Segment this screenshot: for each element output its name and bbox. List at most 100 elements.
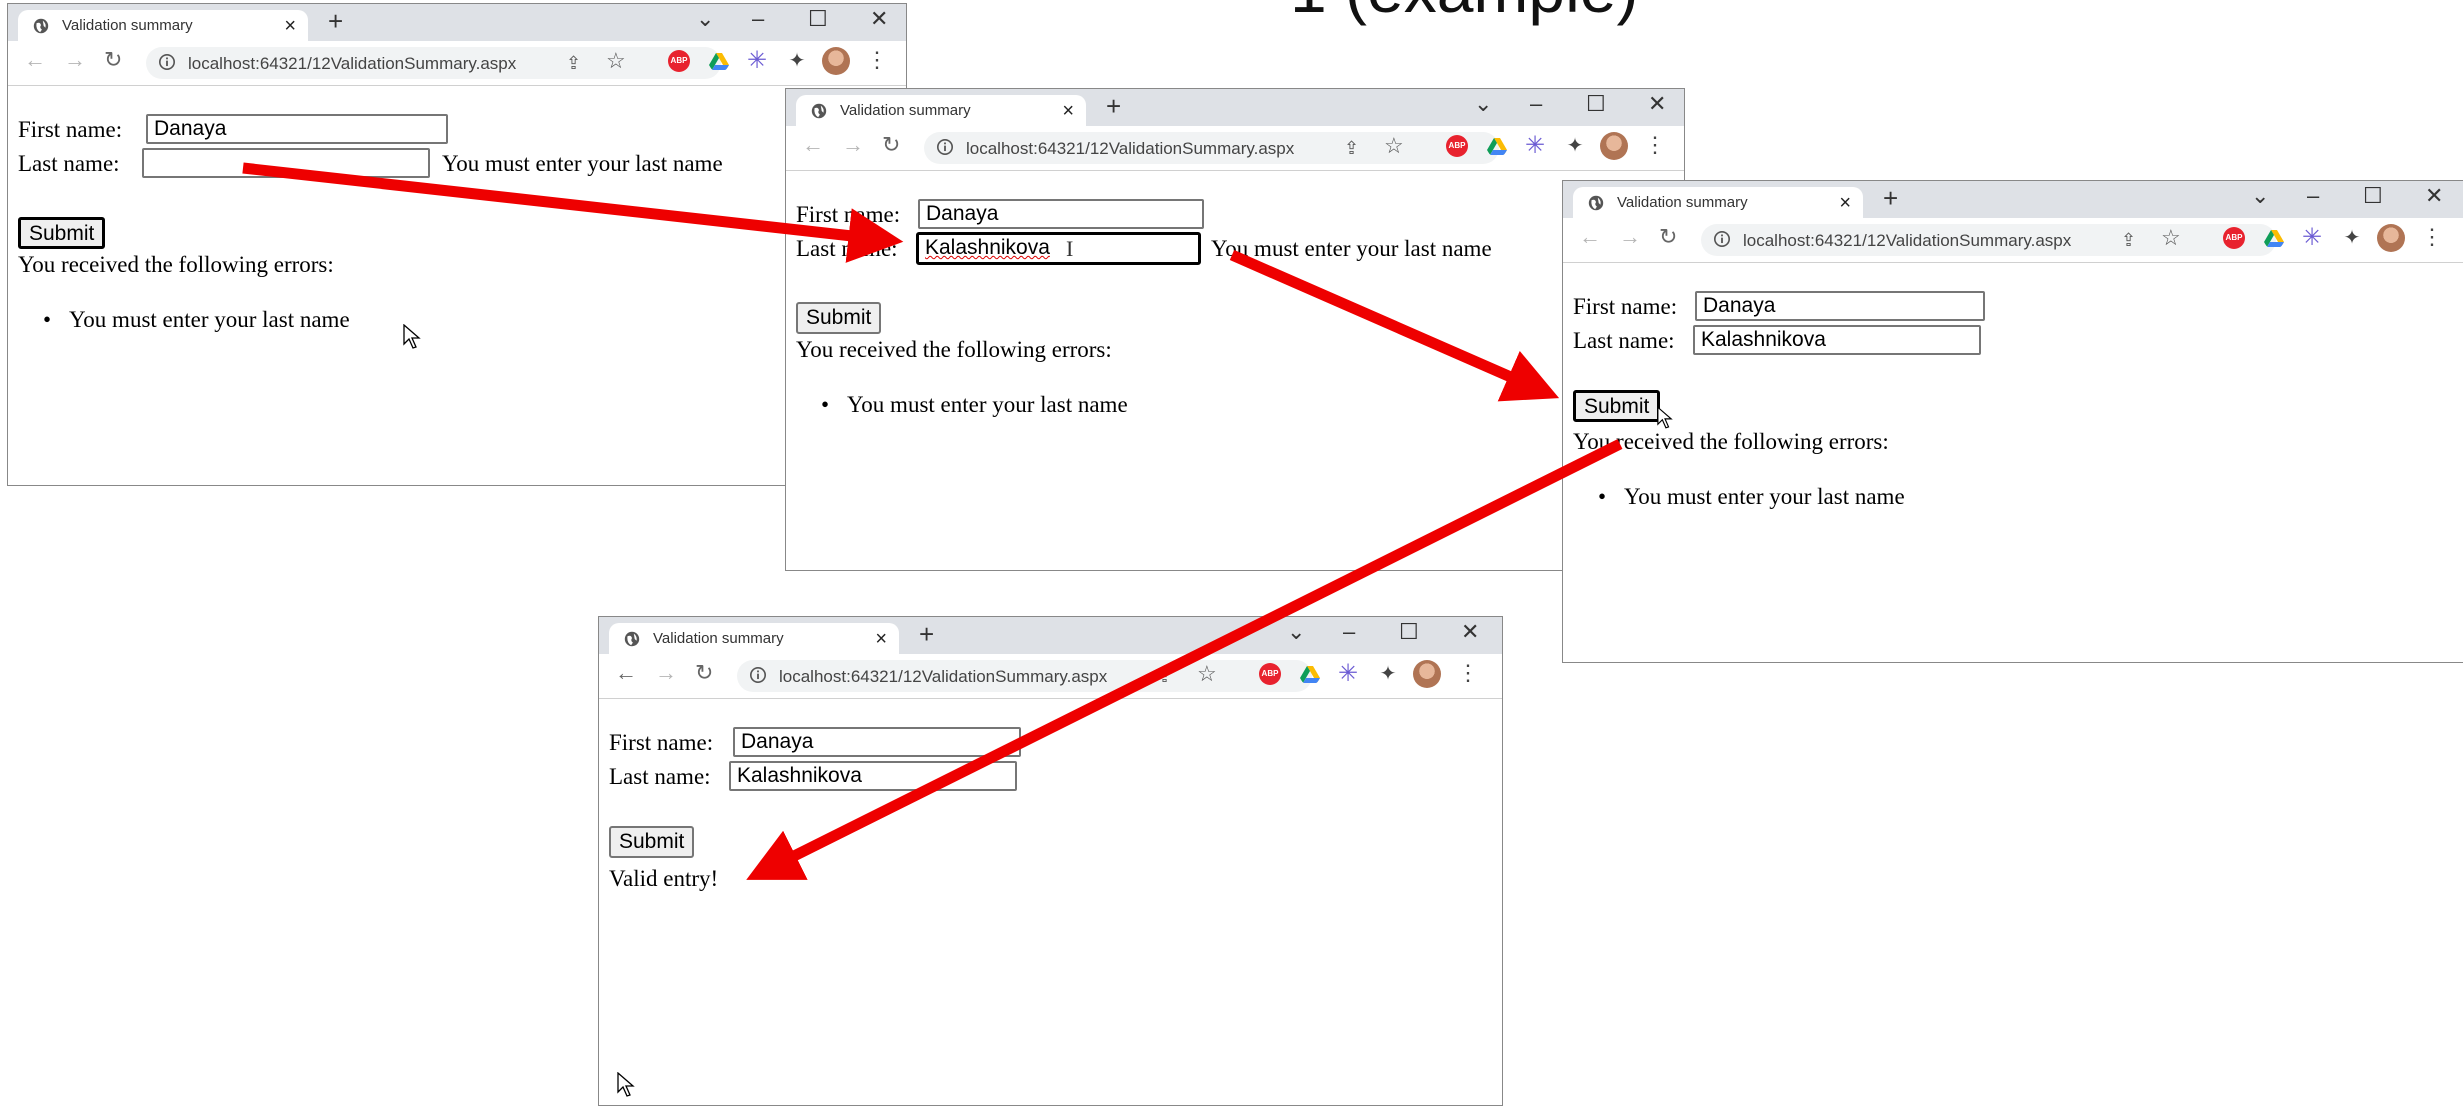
adblock-extension-icon[interactable]: ABP (668, 50, 690, 72)
forward-icon[interactable]: → (64, 49, 86, 71)
profile-avatar[interactable] (1600, 132, 1628, 160)
bookmark-star-icon[interactable]: ☆ (1384, 135, 1404, 157)
browser-tab[interactable]: Validation summary × (1573, 187, 1863, 218)
share-icon[interactable]: ⇪ (566, 53, 581, 74)
share-icon[interactable]: ⇪ (1157, 666, 1172, 687)
validation-summary-item: You must enter your last name (43, 307, 350, 333)
last-name-input[interactable]: Kalashnikova (1693, 325, 1981, 355)
last-name-input[interactable] (142, 148, 430, 178)
address-bar[interactable]: localhost:64321/12ValidationSummary.aspx… (737, 660, 1312, 692)
tab-search-icon[interactable]: ⌄ (2251, 185, 2269, 207)
tab-close-icon[interactable]: × (1062, 101, 1074, 121)
tab-close-icon[interactable]: × (875, 629, 887, 649)
bookmark-star-icon[interactable]: ☆ (2161, 227, 2181, 249)
extensions-puzzle-icon[interactable]: ✦ (786, 50, 808, 72)
submit-button[interactable]: Submit (1573, 390, 1661, 422)
menu-kebab-icon[interactable]: ⋮ (866, 49, 888, 71)
maximize-icon[interactable]: ☐ (1586, 93, 1606, 115)
site-info-icon[interactable] (158, 53, 176, 71)
submit-button[interactable]: Submit (796, 302, 882, 334)
window-close-icon[interactable]: ✕ (2425, 185, 2443, 207)
menu-kebab-icon[interactable]: ⋮ (1457, 662, 1479, 684)
minimize-icon[interactable]: – (2307, 185, 2319, 207)
extensions-puzzle-icon[interactable]: ✦ (2341, 227, 2363, 249)
address-bar[interactable]: localhost:64321/12ValidationSummary.aspx… (1701, 224, 2276, 256)
globe-icon (624, 631, 640, 647)
menu-kebab-icon[interactable]: ⋮ (2421, 226, 2443, 248)
minimize-icon[interactable]: – (1343, 621, 1355, 643)
menu-kebab-icon[interactable]: ⋮ (1644, 134, 1666, 156)
window-close-icon[interactable]: ✕ (870, 8, 888, 30)
back-icon[interactable]: ← (1579, 226, 1601, 248)
last-name-input[interactable]: Kalashnikova (729, 761, 1017, 791)
tab-close-icon[interactable]: × (1839, 193, 1851, 213)
adblock-extension-icon[interactable]: ABP (1446, 135, 1468, 157)
forward-icon[interactable]: → (842, 134, 864, 156)
profile-avatar[interactable] (1413, 660, 1441, 688)
share-icon[interactable]: ⇪ (2121, 230, 2136, 251)
google-drive-icon[interactable] (2263, 227, 2285, 249)
back-icon[interactable]: ← (24, 49, 46, 71)
window-close-icon[interactable]: ✕ (1461, 621, 1479, 643)
share-icon[interactable]: ⇪ (1344, 138, 1359, 159)
submit-button[interactable]: Submit (18, 217, 106, 249)
snowflake-extension-icon[interactable]: ✳ (2301, 226, 2323, 250)
first-name-input[interactable]: Danaya (733, 727, 1021, 757)
minimize-icon[interactable]: – (752, 8, 764, 30)
first-name-input[interactable]: Danaya (146, 114, 448, 144)
new-tab-button[interactable]: + (919, 621, 934, 647)
maximize-icon[interactable]: ☐ (1399, 621, 1419, 643)
reload-icon[interactable]: ↻ (695, 662, 713, 684)
browser-tab[interactable]: Validation summary × (796, 95, 1086, 126)
site-info-icon[interactable] (749, 666, 767, 684)
browser-tab[interactable]: Validation summary × (18, 10, 308, 41)
new-tab-button[interactable]: + (328, 8, 343, 34)
tab-search-icon[interactable]: ⌄ (1287, 621, 1305, 643)
browser-tab[interactable]: Validation summary × (609, 623, 899, 654)
google-drive-icon[interactable] (1299, 663, 1321, 685)
address-bar[interactable]: localhost:64321/12ValidationSummary.aspx… (924, 132, 1499, 164)
first-name-input[interactable]: Danaya (918, 199, 1204, 229)
tab-search-icon[interactable]: ⌄ (1474, 93, 1492, 115)
site-info-icon[interactable] (1713, 230, 1731, 248)
browser-toolbar: ← → ↻ localhost:64321/12ValidationSummar… (599, 654, 1502, 699)
submit-button[interactable]: Submit (609, 826, 695, 858)
last-name-input[interactable]: Kalashnikova (916, 232, 1201, 265)
reload-icon[interactable]: ↻ (104, 49, 122, 71)
browser-toolbar: ← → ↻ localhost:64321/12ValidationSummar… (1563, 218, 2463, 263)
forward-icon[interactable]: → (655, 662, 677, 684)
first-name-input[interactable]: Danaya (1695, 291, 1985, 321)
back-icon[interactable]: ← (615, 662, 637, 684)
validation-summary-header: You received the following errors: (18, 252, 334, 277)
google-drive-icon[interactable] (708, 50, 730, 72)
site-info-icon[interactable] (936, 138, 954, 156)
new-tab-button[interactable]: + (1883, 185, 1898, 211)
adblock-extension-icon[interactable]: ABP (2223, 227, 2245, 249)
tab-title: Validation summary (840, 102, 971, 119)
address-bar[interactable]: localhost:64321/12ValidationSummary.aspx… (146, 47, 721, 79)
minimize-icon[interactable]: – (1530, 93, 1542, 115)
reload-icon[interactable]: ↻ (882, 134, 900, 156)
snowflake-extension-icon[interactable]: ✳ (1524, 134, 1546, 158)
reload-icon[interactable]: ↻ (1659, 226, 1677, 248)
first-name-label: First name: (1573, 294, 1678, 319)
new-tab-button[interactable]: + (1106, 93, 1121, 119)
maximize-icon[interactable]: ☐ (2363, 185, 2383, 207)
forward-icon[interactable]: → (1619, 226, 1641, 248)
bookmark-star-icon[interactable]: ☆ (606, 50, 626, 72)
maximize-icon[interactable]: ☐ (808, 8, 828, 30)
profile-avatar[interactable] (2377, 224, 2405, 252)
tab-close-icon[interactable]: × (284, 16, 296, 36)
window-close-icon[interactable]: ✕ (1648, 93, 1666, 115)
profile-avatar[interactable] (822, 47, 850, 75)
back-icon[interactable]: ← (802, 134, 824, 156)
mouse-pointer-icon (617, 1072, 635, 1097)
extensions-puzzle-icon[interactable]: ✦ (1564, 135, 1586, 157)
snowflake-extension-icon[interactable]: ✳ (746, 49, 768, 73)
google-drive-icon[interactable] (1486, 135, 1508, 157)
bookmark-star-icon[interactable]: ☆ (1197, 663, 1217, 685)
snowflake-extension-icon[interactable]: ✳ (1337, 662, 1359, 686)
extensions-puzzle-icon[interactable]: ✦ (1377, 663, 1399, 685)
adblock-extension-icon[interactable]: ABP (1259, 663, 1281, 685)
tab-search-icon[interactable]: ⌄ (696, 8, 714, 30)
